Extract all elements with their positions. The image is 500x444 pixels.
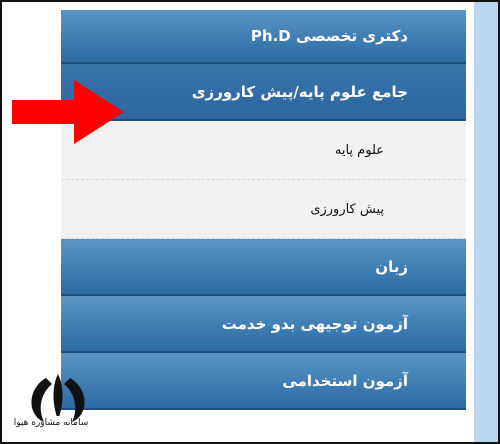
red-arrow-icon bbox=[12, 80, 124, 144]
submenu-item-label: علوم پایه bbox=[334, 142, 384, 158]
hiva-logo-icon bbox=[31, 374, 85, 428]
side-menu: دکتری تخصصی Ph.D جامع علوم پایه/پیش کارو… bbox=[61, 10, 466, 410]
menu-item-employment-exam[interactable]: آزمون استخدامی bbox=[61, 353, 466, 410]
menu-item-label: دکتری تخصصی Ph.D bbox=[250, 27, 408, 45]
menu-item-label: زبان bbox=[375, 257, 408, 276]
panel-divider bbox=[466, 2, 472, 442]
menu-item-label: آزمون توجیهی بدو خدمت bbox=[221, 314, 408, 333]
submenu-item-label: پیش کارورزی bbox=[310, 201, 384, 217]
menu-item-orientation-exam[interactable]: آزمون توجیهی بدو خدمت bbox=[61, 296, 466, 353]
menu-item-label: جامع علوم پایه/پیش کارورزی bbox=[191, 82, 408, 101]
menu-item-phd[interactable]: دکتری تخصصی Ph.D bbox=[61, 10, 466, 64]
watermark-text: سامانه مشاوره هیوا bbox=[13, 418, 89, 428]
side-panel bbox=[474, 2, 498, 442]
menu-item-language[interactable]: زبان bbox=[61, 239, 466, 296]
submenu-item-pre-internship[interactable]: پیش کارورزی bbox=[61, 180, 466, 239]
menu-item-label: آزمون استخدامی bbox=[282, 371, 408, 390]
